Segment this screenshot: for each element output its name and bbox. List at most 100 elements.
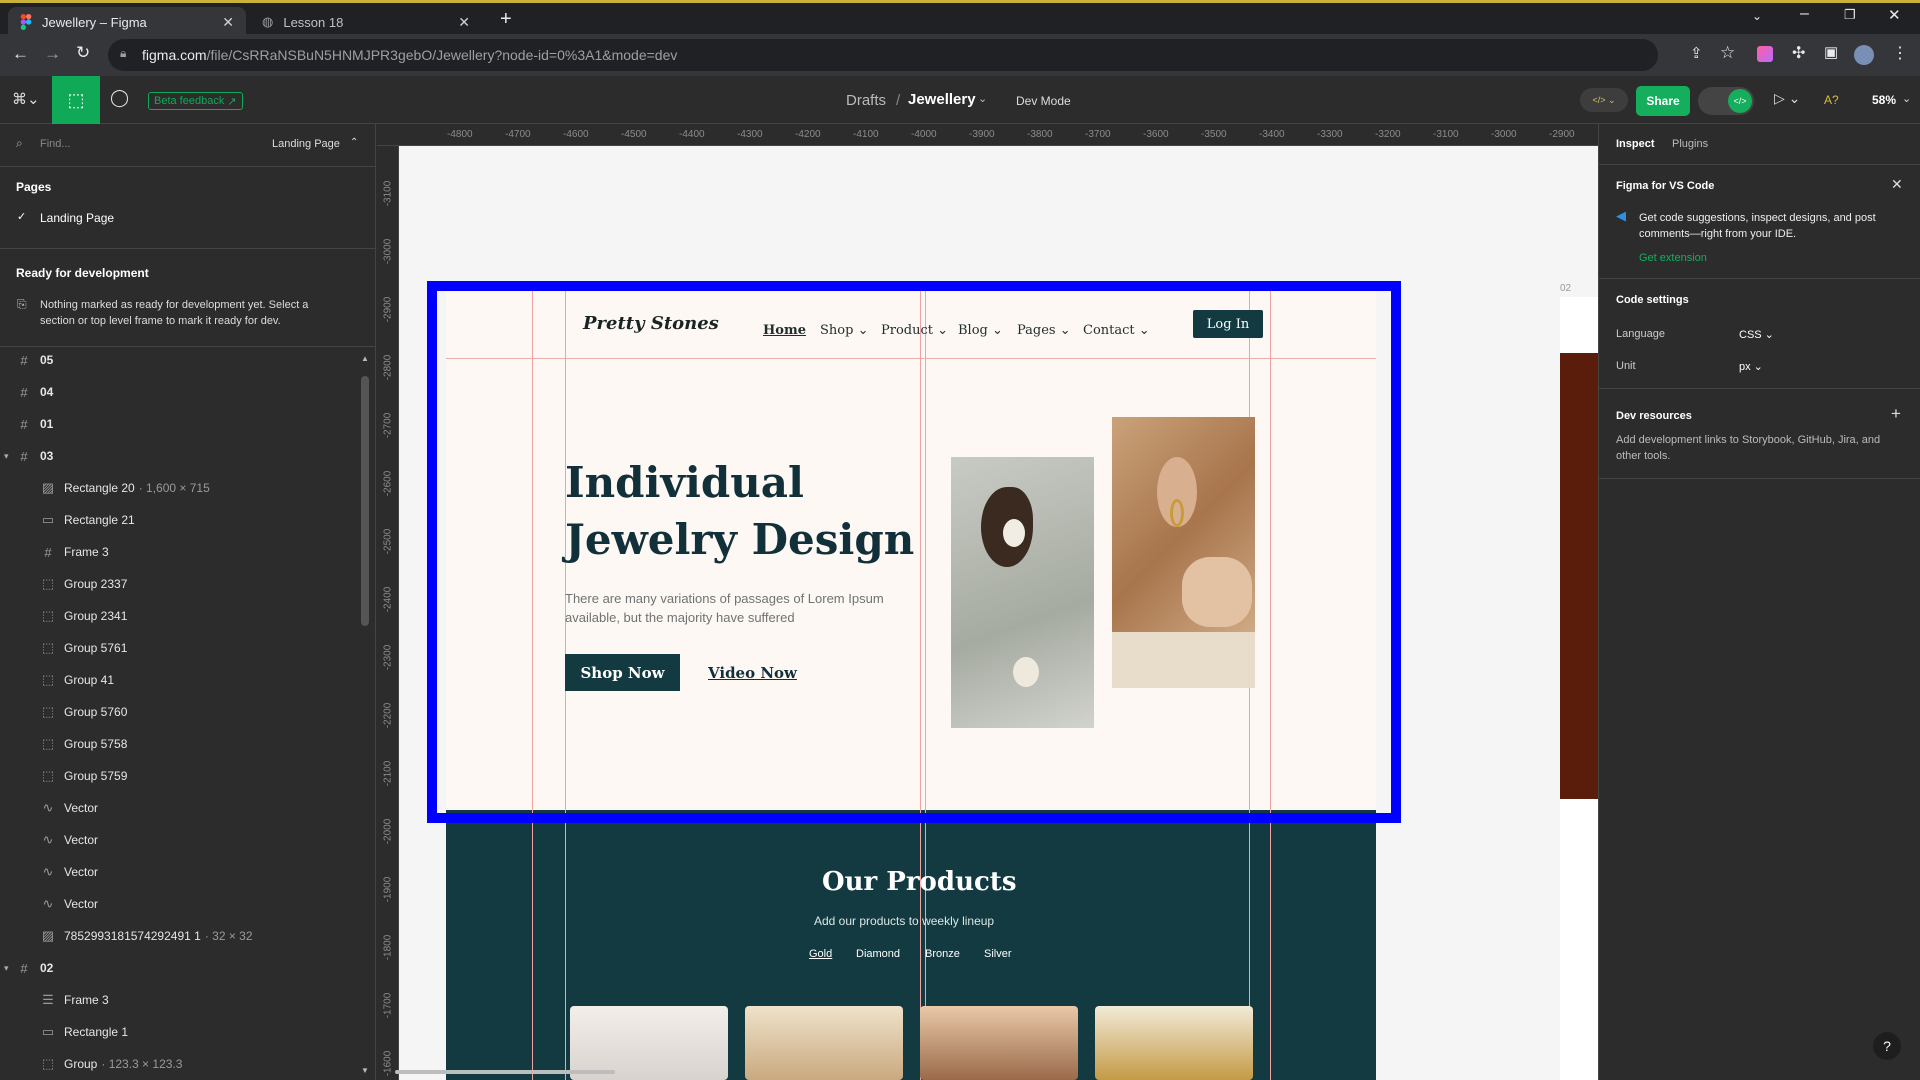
profile-avatar[interactable] (1854, 45, 1874, 65)
extensions-puzzle-icon[interactable]: ✣ (1792, 43, 1805, 63)
help-button[interactable]: ? (1873, 1032, 1901, 1060)
chevron-down-icon[interactable]: ⌄ (978, 92, 987, 105)
code-plugin-button[interactable]: </> ⌄ (1580, 88, 1628, 112)
site-info-icon[interactable]: 🔒︎ (120, 46, 126, 61)
dev-resources-text-2: other tools. (1616, 450, 1671, 462)
layer-row[interactable]: ▨ Rectangle 20 · 1,600 × 715 (0, 472, 356, 504)
frame-label-02[interactable]: 02 (1560, 283, 1571, 294)
url-host: figma.com (142, 47, 207, 63)
back-icon[interactable]: ← (12, 44, 29, 64)
product-tab-diamond[interactable]: Diamond (856, 948, 900, 960)
layer-row[interactable]: #01 (0, 408, 356, 440)
product-tab-bronze[interactable]: Bronze (925, 948, 960, 960)
ruler-tick-label: -3500 (1201, 129, 1227, 140)
layer-row[interactable]: ⬚ Group 2341 (0, 600, 356, 632)
get-extension-link[interactable]: Get extension (1639, 252, 1707, 264)
browser-tab-figma[interactable]: Jewellery – Figma ✕ (8, 7, 246, 37)
unit-select[interactable]: px ⌄ (1739, 360, 1763, 373)
ready-for-dev-heading: Ready for development (16, 266, 149, 280)
inspect-tool-button[interactable]: ⬚ (52, 76, 100, 124)
layer-row[interactable]: # Frame 3 (0, 536, 356, 568)
adjacent-frame[interactable] (1560, 297, 1598, 1080)
layer-row[interactable]: ∿ Vector (0, 888, 356, 920)
layer-row[interactable]: ▭ Rectangle 1 (0, 1016, 356, 1048)
layer-row[interactable]: ☰ Frame 3 (0, 984, 356, 1016)
product-card-3[interactable] (920, 1006, 1078, 1080)
page-selector[interactable]: Landing Page (272, 138, 340, 150)
address-bar[interactable]: 🔒︎ figma.com/file/CsRRaNSBuN5HNMJPR3gebO… (108, 39, 1658, 71)
product-card-2[interactable] (745, 1006, 903, 1080)
chevron-down-icon[interactable]: ⌄ (1902, 92, 1911, 105)
browser-tab-lesson[interactable]: ◍ Lesson 18 ✕ (250, 7, 482, 37)
language-select[interactable]: CSS ⌄ (1739, 328, 1774, 341)
layer-row[interactable]: ⬚ Group · 123.3 × 123.3 (0, 1048, 356, 1080)
layer-row[interactable]: #04 (0, 376, 356, 408)
new-tab-icon[interactable]: + (500, 8, 512, 31)
layer-search-input[interactable]: Find... (40, 138, 71, 150)
layer-row[interactable]: ∿ Vector (0, 824, 356, 856)
layer-name: Group 2341 (64, 609, 128, 623)
add-icon[interactable]: + (1891, 404, 1901, 424)
share-button[interactable]: Share (1636, 86, 1690, 116)
layer-row[interactable]: ⬚ Group 5761 (0, 632, 356, 664)
layer-row[interactable]: ▨ 785299318157429249​1 1 · 32 × 32 (0, 920, 356, 952)
layer-name: Group 5761 (64, 641, 128, 655)
main-menu-icon[interactable]: ⌘⌄ (12, 90, 40, 108)
layer-row[interactable]: #05 (0, 344, 356, 376)
ruler-tick-label: -4700 (505, 129, 531, 140)
expand-caret-icon[interactable]: ▾ (0, 451, 16, 462)
product-tab-gold[interactable]: Gold (809, 948, 832, 960)
layer-row[interactable]: ▭ Rectangle 21 (0, 504, 356, 536)
canvas-horizontal-scrollbar[interactable] (395, 1070, 615, 1074)
ruler-tick-label: -2300 (382, 644, 394, 671)
extension-gradient-icon[interactable] (1757, 46, 1773, 62)
layer-row[interactable]: ⬚ Group 5758 (0, 728, 356, 760)
product-tab-silver[interactable]: Silver (984, 948, 1012, 960)
scroll-down-icon[interactable]: ▼ (361, 1066, 369, 1075)
comment-icon[interactable]: ◯ (110, 88, 129, 108)
file-name[interactable]: Jewellery (908, 91, 976, 108)
expand-caret-icon[interactable]: ▾ (0, 963, 16, 974)
page-item-landing[interactable]: Landing Page (40, 211, 114, 225)
close-icon[interactable]: ✕ (1891, 176, 1903, 193)
browser-menu-icon[interactable]: ⋮ (1892, 43, 1908, 63)
bookmark-star-icon[interactable]: ☆ (1720, 43, 1735, 63)
breadcrumb-drafts[interactable]: Drafts (846, 92, 886, 109)
share-page-icon[interactable]: ⇪ (1690, 44, 1703, 62)
product-card-4[interactable] (1095, 1006, 1253, 1080)
zoom-level[interactable]: 58% (1872, 93, 1896, 107)
close-tab-icon[interactable]: ✕ (458, 14, 470, 31)
present-play-icon[interactable]: ▷ ⌄ (1774, 90, 1800, 107)
scroll-thumb[interactable] (361, 376, 369, 626)
close-tab-icon[interactable]: ✕ (222, 14, 234, 31)
missing-fonts-indicator[interactable]: A? (1824, 93, 1839, 107)
layer-row[interactable]: ⬚ Group 5760 (0, 696, 356, 728)
frame-icon: # (20, 416, 28, 432)
forward-icon[interactable]: → (44, 44, 61, 64)
dev-mode-toggle[interactable]: </> (1698, 87, 1754, 115)
close-window-icon[interactable]: ✕ (1888, 6, 1901, 24)
ruler-tick-label: -3100 (1433, 129, 1459, 140)
layer-row[interactable]: ⬚ Group 41 (0, 664, 356, 696)
restore-icon[interactable]: ❐ (1844, 7, 1856, 23)
ruler-tick-label: -1800 (382, 934, 394, 961)
layer-row[interactable]: ∿ Vector (0, 856, 356, 888)
scroll-up-icon[interactable]: ▲ (361, 354, 369, 363)
rectangle-icon: ▭ (41, 1024, 55, 1039)
layer-row[interactable]: ∿ Vector (0, 792, 356, 824)
layer-row[interactable]: ⬚ Group 2337 (0, 568, 356, 600)
chevron-up-icon[interactable]: ⌃ (350, 137, 358, 148)
beta-feedback-button[interactable]: Beta feedback ↗ (148, 92, 243, 110)
layers-scrollbar[interactable]: ▲ ▼ (360, 354, 370, 1076)
layer-row[interactable]: ▾ #03 (0, 440, 356, 472)
layer-row[interactable]: ▾ #02 (0, 952, 356, 984)
layer-name: Vector (64, 833, 99, 847)
tab-plugins[interactable]: Plugins (1672, 138, 1708, 150)
reload-icon[interactable]: ↻ (76, 43, 90, 63)
tab-inspect[interactable]: Inspect (1616, 138, 1655, 150)
layer-row[interactable]: ⬚ Group 5759 (0, 760, 356, 792)
side-panel-icon[interactable]: ▣ (1824, 43, 1838, 61)
minimize-icon[interactable]: – (1800, 5, 1809, 23)
product-card-1[interactable] (570, 1006, 728, 1080)
tab-search-icon[interactable]: ⌄ (1752, 9, 1762, 23)
